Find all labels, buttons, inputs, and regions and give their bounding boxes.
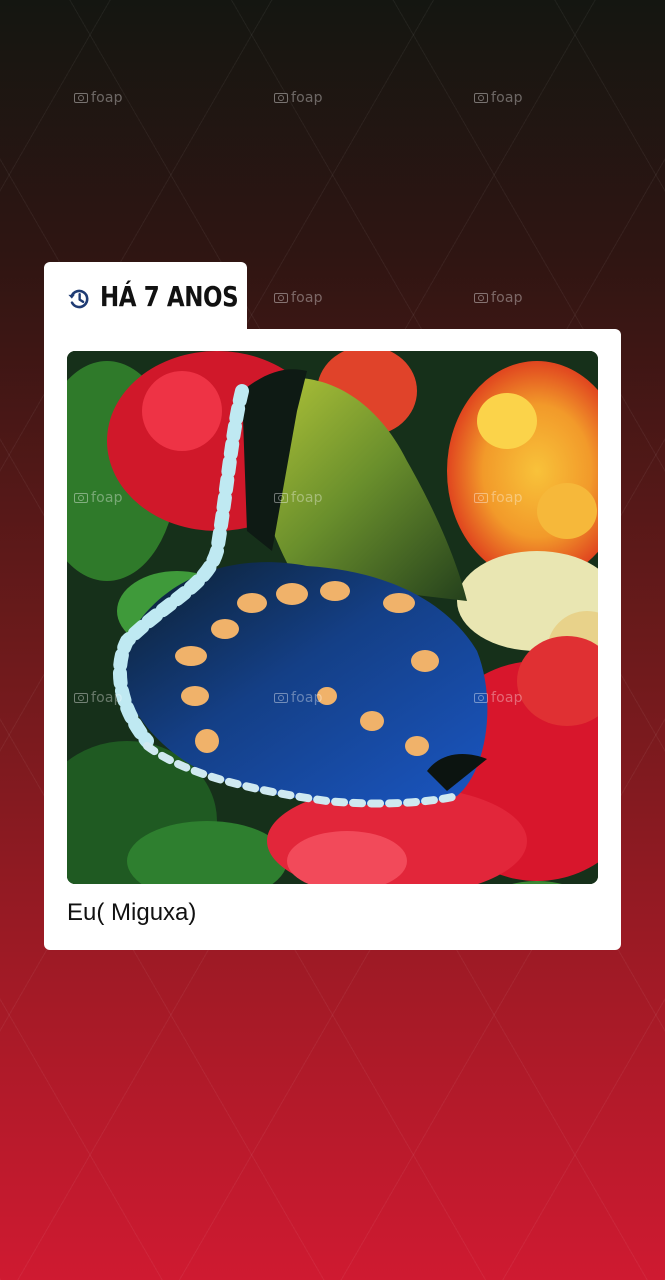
foap-watermark: foap	[74, 690, 123, 706]
memory-card[interactable]: Eu( Miguxa)	[44, 329, 621, 950]
foap-watermark: foap	[274, 690, 323, 706]
memory-time-label: HÁ 7 ANOS	[100, 280, 239, 313]
camera-icon	[274, 693, 288, 703]
memory-date-tab: HÁ 7 ANOS	[44, 262, 247, 338]
camera-icon	[474, 493, 488, 503]
foap-watermark: foap	[74, 90, 123, 106]
watermark-text: foap	[291, 490, 323, 506]
history-clock-icon	[66, 286, 92, 312]
foap-watermark: foap	[274, 90, 323, 106]
watermark-text: foap	[491, 690, 523, 706]
memory-photo[interactable]	[67, 351, 598, 884]
foap-watermark: foap	[474, 290, 523, 306]
foap-watermark: foap	[274, 290, 323, 306]
memory-caption: Eu( Miguxa)	[67, 899, 197, 926]
watermark-text: foap	[91, 690, 123, 706]
watermark-text: foap	[491, 490, 523, 506]
camera-icon	[74, 93, 88, 103]
camera-icon	[274, 293, 288, 303]
butterfly-photo-image	[67, 351, 598, 884]
foap-watermark: foap	[474, 490, 523, 506]
camera-icon	[474, 93, 488, 103]
watermark-text: foap	[291, 90, 323, 106]
watermark-text: foap	[291, 690, 323, 706]
camera-icon	[74, 493, 88, 503]
foap-watermark: foap	[474, 90, 523, 106]
watermark-text: foap	[91, 90, 123, 106]
foap-watermark: foap	[74, 490, 123, 506]
camera-icon	[474, 693, 488, 703]
watermark-text: foap	[491, 290, 523, 306]
watermark-text: foap	[291, 290, 323, 306]
watermark-text: foap	[91, 490, 123, 506]
watermark-text: foap	[491, 90, 523, 106]
camera-icon	[274, 93, 288, 103]
foap-watermark: foap	[274, 490, 323, 506]
camera-icon	[474, 293, 488, 303]
camera-icon	[274, 493, 288, 503]
camera-icon	[74, 693, 88, 703]
foap-watermark: foap	[474, 690, 523, 706]
